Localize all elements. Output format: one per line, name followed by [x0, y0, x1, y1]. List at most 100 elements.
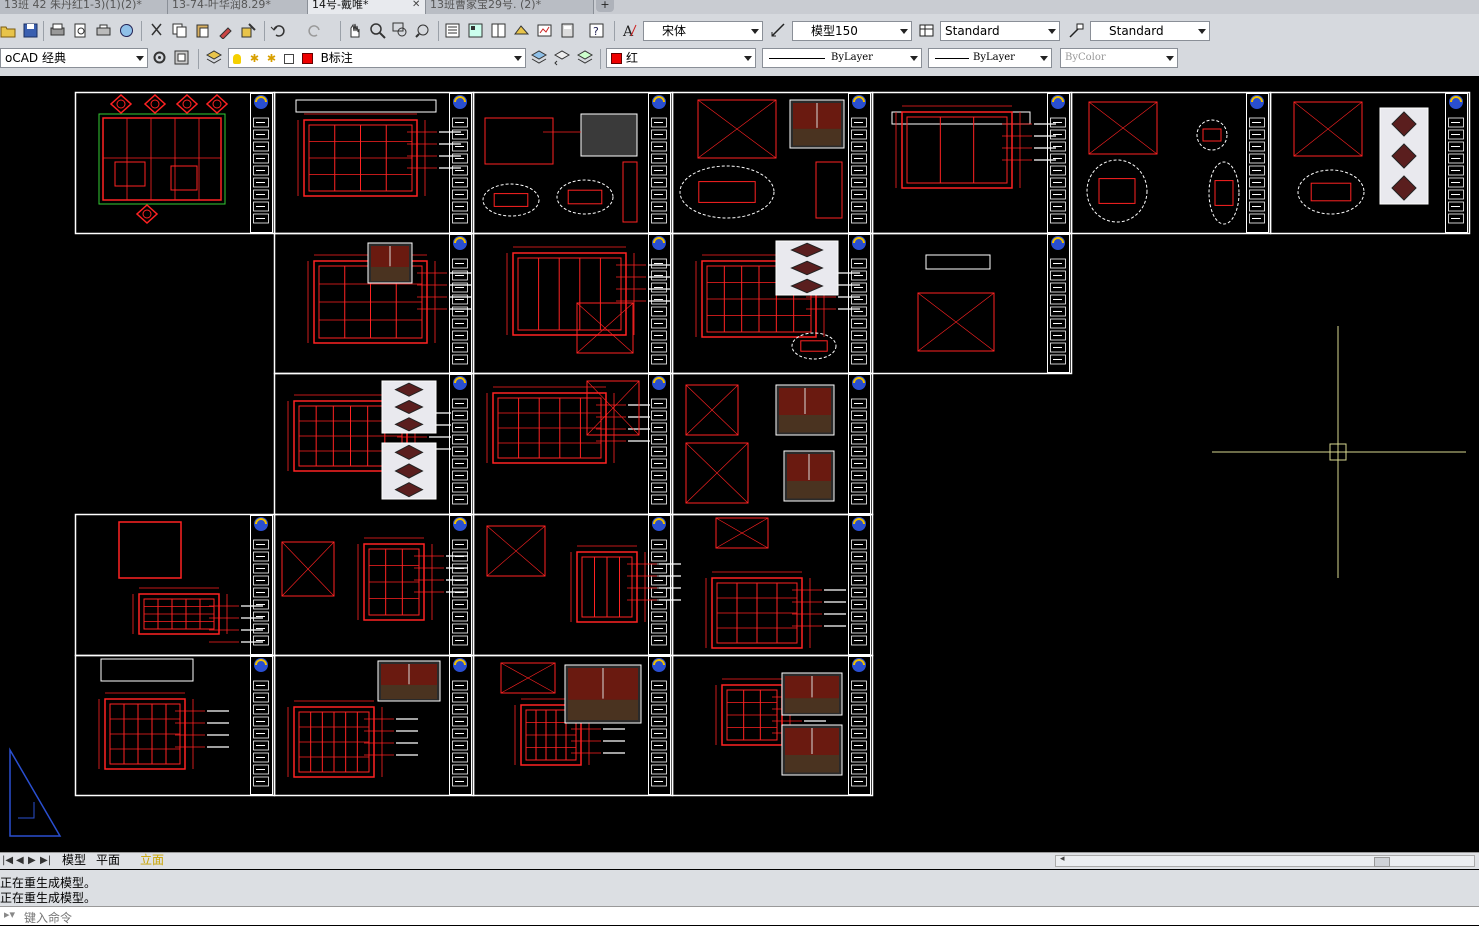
previous-layout-icon[interactable]: ◀	[16, 855, 24, 866]
tool-palettes-icon[interactable]	[490, 22, 507, 39]
open-file-icon[interactable]	[0, 22, 17, 39]
perspective-render	[580, 113, 638, 157]
drawing-canvas[interactable]	[0, 76, 1479, 852]
sheet-frame	[273, 513, 475, 657]
section-detail	[622, 161, 638, 223]
doc-tab-1[interactable]: 13班 42 朱丹红1-3)(1)(2)*	[0, 0, 168, 14]
markup-icon[interactable]	[536, 22, 553, 39]
chevron-down-icon	[135, 49, 145, 67]
detail-callout-ellipse	[1208, 161, 1240, 225]
chevron-down-icon	[1197, 22, 1207, 40]
multileader-style-icon[interactable]	[1068, 22, 1085, 39]
calculator-icon[interactable]	[559, 22, 576, 39]
detail-inner	[698, 181, 756, 203]
scrollbar-thumb[interactable]	[1374, 857, 1390, 867]
paste-icon[interactable]	[194, 22, 211, 39]
doc-tab-4[interactable]: 13班曹家宝29号. (2)*	[426, 0, 594, 14]
detail-inner	[493, 193, 529, 207]
layer-unlock-icon	[283, 53, 294, 64]
last-layout-icon[interactable]: ▶|	[40, 855, 51, 866]
command-input[interactable]: ▸▾ 键入命令	[0, 906, 1479, 925]
plot-icon[interactable]	[95, 22, 112, 39]
section-detail	[815, 161, 843, 219]
sofa-block	[114, 161, 146, 187]
index-symbol	[143, 93, 167, 115]
layer-on-icon	[233, 53, 241, 64]
zoom-window-icon[interactable]	[392, 22, 409, 39]
horizontal-scrollbar[interactable]: ◂	[1055, 854, 1475, 867]
text-style-value: 宋体	[662, 24, 687, 38]
new-tab-button[interactable]: +	[596, 0, 614, 12]
workspace-settings-icon[interactable]	[151, 49, 168, 66]
elevation-outline	[512, 252, 627, 336]
cut-icon[interactable]	[148, 22, 165, 39]
index-symbol	[109, 93, 133, 115]
dimension-style-icon[interactable]	[770, 22, 787, 39]
match-properties-icon[interactable]	[217, 22, 234, 39]
undo-icon[interactable]	[270, 22, 287, 39]
lineweight-select[interactable]: ByLayer	[928, 48, 1052, 68]
detail-inner	[567, 189, 603, 205]
next-layout-icon[interactable]: ▶	[28, 855, 36, 866]
elevation-outline	[484, 117, 554, 165]
dimension-style-select[interactable]: 模型150	[792, 21, 912, 41]
close-tab-icon[interactable]: ✕	[412, 0, 420, 10]
layout-tab-plan[interactable]: 平面	[96, 853, 120, 868]
properties-icon[interactable]	[444, 22, 461, 39]
linetype-select[interactable]: ByLayer	[762, 48, 922, 68]
sheet-title-box	[891, 111, 1031, 125]
model-space-drawing[interactable]	[0, 76, 1479, 852]
chevron-down-icon	[1039, 49, 1049, 67]
sheet-frame	[1070, 91, 1272, 235]
redo-icon[interactable]	[306, 22, 323, 39]
design-center-icon[interactable]	[467, 22, 484, 39]
layer-state-icon[interactable]	[576, 49, 593, 66]
lineweight-value: ByLayer	[973, 52, 1015, 63]
chevron-down-icon	[743, 49, 753, 67]
detail-callout-ellipse	[482, 183, 540, 217]
block-editor-icon[interactable]	[240, 22, 257, 39]
ucs-icon	[9, 747, 62, 837]
document-tab-bar: 13班 42 朱丹红1-3)(1)(2)* 13-74-叶华润8.29* 14号…	[0, 0, 1479, 14]
layout-tab-model[interactable]: 模型	[62, 853, 86, 868]
index-symbol-inner	[116, 99, 126, 109]
help-icon[interactable]: ?	[588, 22, 605, 39]
doc-tab-2[interactable]: 13-74-叶华润8.29*	[168, 0, 308, 14]
layout-tab-bar: |◀ ◀ ▶ ▶| 模型 平面 立面 ◂	[0, 852, 1479, 869]
command-history-line: 正在重生成模型。	[0, 891, 97, 905]
linetype-preview	[769, 58, 825, 59]
print-icon[interactable]	[49, 22, 66, 39]
workspace-select[interactable]: oCAD 经典	[0, 48, 148, 68]
customize-icon[interactable]	[173, 49, 190, 66]
pan-icon[interactable]	[346, 22, 363, 39]
text-style-icon[interactable]: A	[621, 22, 638, 39]
multileader-style-select[interactable]: Standard	[1090, 21, 1210, 41]
plot-style-select[interactable]: ByColor	[1060, 48, 1178, 68]
zoom-realtime-icon[interactable]	[369, 22, 386, 39]
print-preview-icon[interactable]	[72, 22, 89, 39]
sheet-title-box	[925, 254, 991, 270]
table-style-icon[interactable]	[918, 22, 935, 39]
command-menu-icon[interactable]: ▸▾	[4, 908, 15, 921]
layout-tab-elevation[interactable]: 立面	[140, 853, 164, 868]
table-style-select[interactable]: Standard	[940, 21, 1060, 41]
layer-properties-icon[interactable]	[205, 49, 222, 66]
zoom-previous-icon[interactable]	[415, 22, 432, 39]
publish-icon[interactable]	[118, 22, 135, 39]
copy-icon[interactable]	[171, 22, 188, 39]
layer-previous-icon[interactable]	[553, 49, 570, 66]
color-select[interactable]: 红	[606, 48, 756, 68]
detail-inner	[1214, 180, 1234, 206]
first-layout-icon[interactable]: |◀	[2, 855, 13, 866]
layer-select[interactable]: ✱ ✱ B标注	[228, 48, 526, 68]
text-style-select[interactable]: 宋体	[643, 21, 763, 41]
render-floor	[793, 128, 841, 146]
detail-inner	[1310, 182, 1352, 202]
detail-callout-ellipse	[1196, 119, 1228, 151]
scroll-left-icon[interactable]: ◂	[1060, 854, 1065, 864]
sheet-set-icon[interactable]	[513, 22, 530, 39]
doc-tab-3[interactable]: 14号-戴唯* ✕	[308, 0, 426, 14]
save-icon[interactable]	[22, 22, 39, 39]
chevron-down-icon	[1047, 22, 1057, 40]
make-object-layer-current-icon[interactable]	[530, 49, 547, 66]
